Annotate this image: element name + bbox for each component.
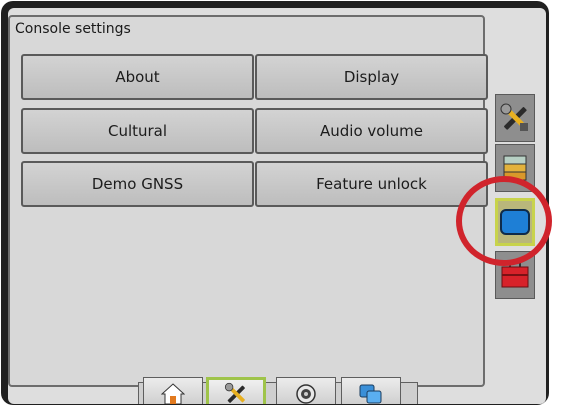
- side-tab-toolbox[interactable]: [495, 251, 535, 299]
- nav-tab-data[interactable]: [341, 377, 401, 404]
- demo-gnss-button[interactable]: Demo GNSS: [21, 161, 254, 207]
- panel-title: Console settings: [15, 21, 131, 37]
- nav-tab-home[interactable]: [143, 377, 203, 404]
- about-button[interactable]: About: [21, 54, 254, 100]
- display-button[interactable]: Display: [255, 54, 488, 100]
- home-icon: [161, 383, 185, 404]
- nav-tab-tools[interactable]: [206, 377, 266, 404]
- data-icon: [359, 384, 382, 404]
- cultural-button[interactable]: Cultural: [21, 108, 254, 154]
- toolbox-icon: [501, 261, 529, 288]
- screen: Console settings About Display Cultural …: [8, 8, 546, 404]
- side-tab-storage[interactable]: [495, 144, 535, 192]
- device-frame: Console settings About Display Cultural …: [1, 1, 549, 405]
- tools-icon: [500, 103, 528, 131]
- tools-icon: [224, 382, 245, 403]
- console-settings-panel: Console settings About Display Cultural …: [8, 15, 488, 387]
- nav-tab-gps[interactable]: [276, 377, 336, 404]
- side-tab-tools[interactable]: [495, 94, 535, 142]
- audio-volume-button[interactable]: Audio volume: [255, 108, 488, 154]
- feature-unlock-button[interactable]: Feature unlock: [255, 161, 488, 207]
- gps-icon: [296, 384, 316, 404]
- side-tab-console[interactable]: [495, 198, 535, 246]
- console-display-icon: [500, 209, 530, 235]
- storage-icon: [503, 155, 527, 181]
